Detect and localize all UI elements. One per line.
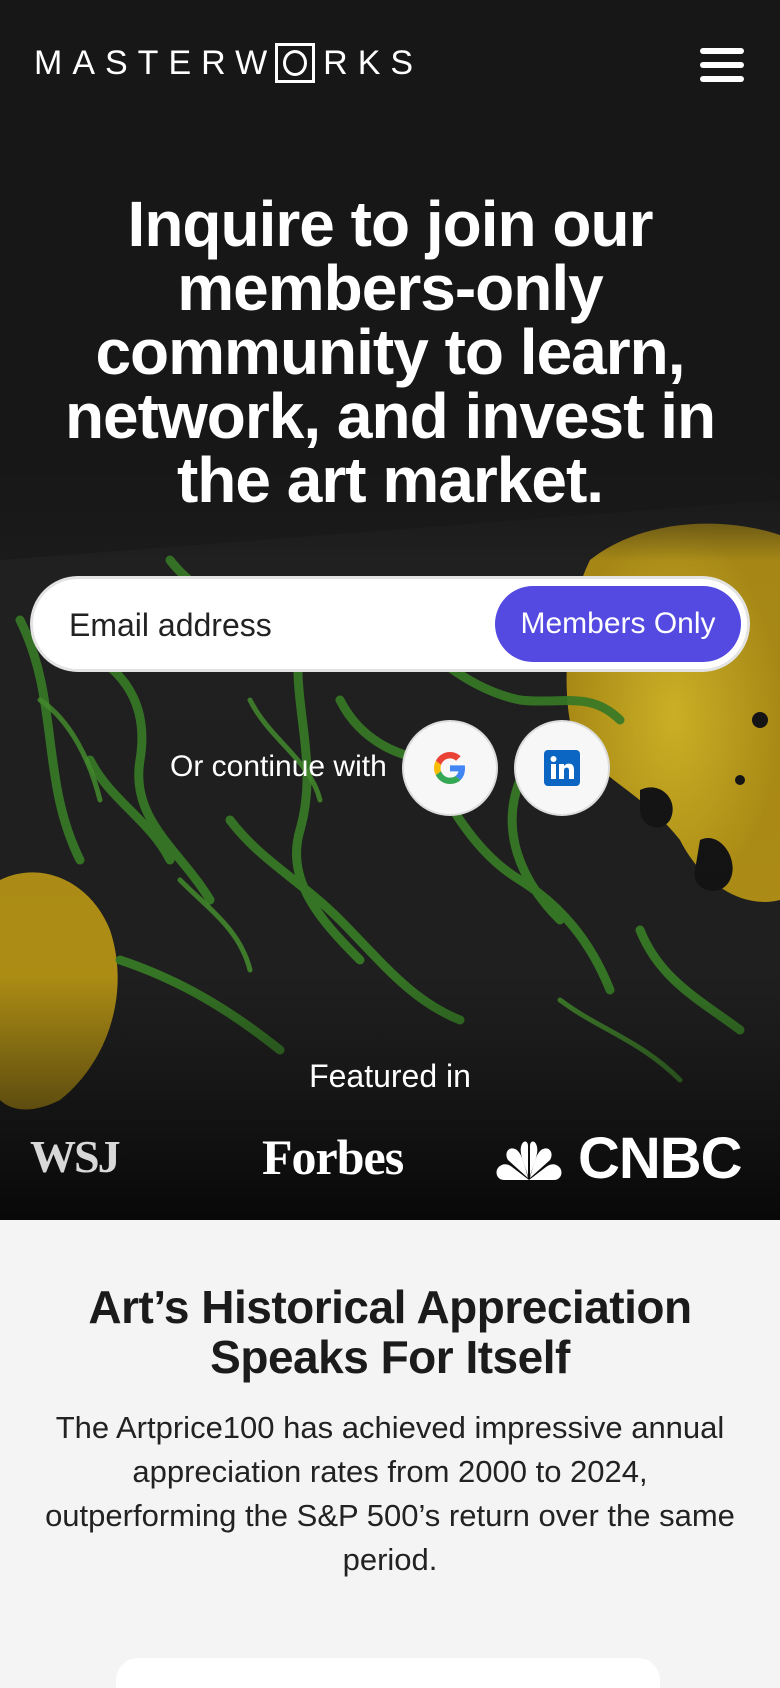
comparison-card	[116, 1658, 660, 1688]
email-input[interactable]	[69, 597, 489, 653]
logo-o-mark	[275, 43, 316, 83]
google-login-button[interactable]	[402, 720, 498, 816]
section-body: The Artprice100 has achieved impressive …	[45, 1410, 735, 1577]
linkedin-icon	[544, 750, 580, 786]
cnbc-logo: CNBC	[494, 1130, 746, 1186]
hero-section: MASTERW RKS Inquire to join our members-o…	[0, 0, 780, 1220]
section-title: Art’s Historical Appreciation Speaks For…	[88, 1281, 692, 1383]
wsj-logo: WSJ	[30, 1131, 121, 1182]
press-logos: WSJ Forbes CNBC	[0, 1130, 780, 1190]
cnbc-wordmark: CNBC	[578, 1130, 743, 1186]
hamburger-menu-icon[interactable]	[700, 48, 744, 82]
google-icon	[434, 752, 465, 784]
logo-text-right: RKS	[323, 43, 424, 82]
email-signup-form: Members Only	[30, 576, 750, 672]
members-only-button[interactable]: Members Only	[495, 586, 741, 662]
featured-in-label: Featured in	[309, 1058, 471, 1094]
nbc-peacock-icon	[496, 1141, 562, 1180]
hero-headline: Inquire to join our members-only communi…	[64, 188, 716, 516]
site-header: MASTERW RKS	[0, 0, 780, 130]
linkedin-login-button[interactable]	[514, 720, 610, 816]
continue-with-label: Or continue with	[170, 750, 387, 783]
logo-text-left: MASTERW	[34, 43, 278, 82]
masterworks-logo[interactable]: MASTERW RKS	[34, 42, 423, 84]
appreciation-section: Art’s Historical Appreciation Speaks For…	[0, 1220, 780, 1688]
social-login: Or continue with	[0, 720, 780, 816]
forbes-logo: Forbes	[262, 1130, 404, 1185]
